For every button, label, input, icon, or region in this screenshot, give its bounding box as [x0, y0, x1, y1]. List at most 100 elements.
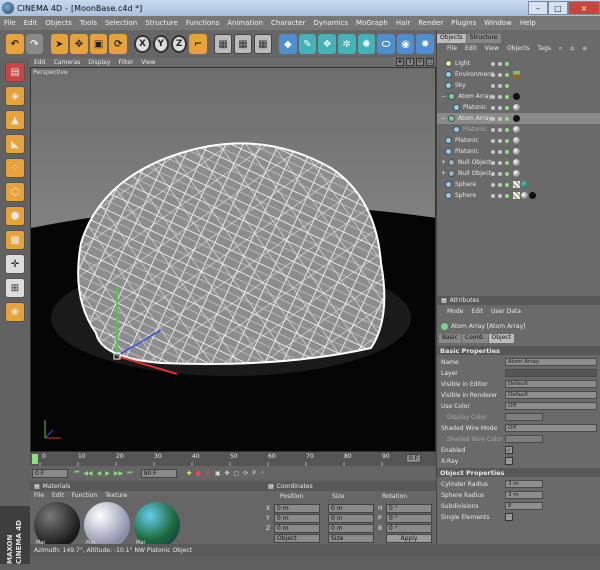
collapse-icon[interactable]: − — [441, 93, 446, 100]
shaded-wire-color-swatch[interactable] — [505, 435, 543, 443]
coordinate-system-button[interactable]: ⌐ — [189, 34, 207, 54]
collapse-icon[interactable]: − — [441, 115, 446, 122]
use-edges-tool-button[interactable]: ⬡ — [5, 182, 25, 202]
object-row-sphere-1[interactable]: Sphere — [437, 179, 600, 190]
material-tag-icon[interactable] — [529, 192, 536, 199]
object-row-light[interactable]: Light — [437, 58, 600, 69]
parameter-key-button[interactable]: P — [252, 470, 256, 477]
menu-mograph[interactable]: MoGraph — [352, 19, 392, 27]
menu-hair[interactable]: Hair — [392, 19, 414, 27]
material-menu-edit[interactable]: Edit — [48, 492, 68, 499]
y-axis-lock-button[interactable]: Y — [152, 35, 169, 53]
menu-help[interactable]: Help — [516, 19, 540, 27]
menu-animation[interactable]: Animation — [223, 19, 267, 27]
expand-icon[interactable]: + — [441, 170, 446, 177]
material-tag-icon[interactable] — [513, 126, 520, 133]
render-view-button[interactable]: ▦ — [214, 34, 233, 54]
menu-structure[interactable]: Structure — [141, 19, 182, 27]
sphere-radius-field[interactable]: 3 m — [505, 491, 543, 499]
rotate-tool-button[interactable]: ⟳ — [109, 34, 128, 54]
subdivisions-field[interactable]: 8 — [505, 502, 543, 510]
viewport-rotate-icon[interactable]: ⟳ — [416, 58, 424, 66]
shaded-wire-mode-select[interactable]: Off — [505, 424, 597, 432]
maximize-button[interactable]: □ — [548, 1, 568, 15]
viewport-menu-display[interactable]: Display — [84, 59, 114, 66]
viewport-zoom-icon[interactable]: ↕ — [406, 58, 414, 66]
close-button[interactable]: × — [568, 1, 600, 15]
menu-file[interactable]: File — [0, 19, 20, 27]
search-icon[interactable]: ⌕ — [555, 45, 566, 53]
material-tag-icon[interactable] — [521, 181, 528, 188]
object-row-sphere-2[interactable]: Sphere — [437, 190, 600, 201]
object-row-platonic-1[interactable]: Platonic — [437, 102, 600, 113]
live-selection-button[interactable]: ➤ — [50, 34, 69, 54]
timeline-end-marker[interactable]: 0 F — [406, 454, 422, 463]
spline-pen-button[interactable]: ✎ — [298, 34, 317, 54]
current-frame-field[interactable]: 0 F — [32, 468, 68, 478]
menu-window[interactable]: Window — [480, 19, 516, 27]
layer-field[interactable] — [505, 369, 597, 377]
make-editable-button[interactable]: ▤ — [5, 62, 25, 82]
material-tag-icon[interactable] — [513, 104, 520, 111]
attr-menu-mode[interactable]: Mode — [437, 308, 467, 315]
xray-checkbox[interactable] — [505, 457, 513, 465]
material-tag-icon[interactable] — [513, 148, 520, 155]
scene-button[interactable]: ⬭ — [377, 34, 395, 54]
layers-icon[interactable]: ≡ — [578, 45, 591, 52]
viewport-menu-edit[interactable]: Edit — [30, 59, 50, 66]
object-row-atom-array-2[interactable]: − Atom Array — [437, 113, 600, 124]
size-y-field[interactable]: 0 m — [328, 514, 374, 523]
use-texture-tool-button[interactable]: ◣ — [5, 134, 25, 154]
texture-tag-icon[interactable] — [513, 192, 520, 199]
object-row-platonic-2[interactable]: Platonic — [437, 124, 600, 135]
object-row-null-2[interactable]: + Null Object — [437, 168, 600, 179]
coord-mode-select[interactable]: Object — [274, 534, 320, 543]
playhead[interactable] — [32, 454, 38, 464]
array-button[interactable]: ✲ — [337, 34, 356, 54]
rotation-h-field[interactable]: 0 ° — [386, 504, 432, 513]
texture-tag-icon[interactable] — [513, 181, 520, 188]
size-x-field[interactable]: 0 m — [328, 504, 374, 513]
uv-tool-button[interactable]: ▩ — [5, 230, 25, 250]
use-polygons-tool-button[interactable]: ⬢ — [5, 206, 25, 226]
obj-menu-tags[interactable]: Tags — [534, 45, 555, 52]
single-elements-checkbox[interactable] — [505, 513, 513, 521]
scale-tool-button[interactable]: ▣ — [89, 34, 108, 54]
rotation-p-field[interactable]: 0 ° — [386, 514, 432, 523]
redo-button[interactable]: ↷ — [25, 34, 44, 54]
name-field[interactable]: Atom Array — [505, 358, 597, 366]
texture-tag-icon[interactable] — [513, 71, 520, 78]
record-key-button[interactable]: ✚ — [187, 470, 192, 477]
obj-menu-file[interactable]: File — [437, 45, 461, 52]
obj-menu-objects[interactable]: Objects — [503, 45, 534, 52]
menu-edit[interactable]: Edit — [20, 19, 42, 27]
tab-objects[interactable]: Objects — [437, 34, 466, 43]
point-level-key-button[interactable]: ⁘ — [260, 470, 265, 477]
attr-menu-user-data[interactable]: User Data — [487, 308, 525, 315]
attr-tab-object[interactable]: Object — [488, 334, 515, 343]
nurbs-button[interactable]: ❖ — [318, 34, 336, 54]
viewport-menu-view[interactable]: View — [137, 59, 159, 66]
menu-tools[interactable]: Tools — [76, 19, 101, 27]
attr-menu-edit[interactable]: Edit — [467, 308, 487, 315]
menu-render[interactable]: Render — [414, 19, 447, 27]
x-axis-lock-button[interactable]: X — [134, 35, 151, 53]
visible-in-editor-select[interactable]: Default — [505, 380, 597, 388]
size-z-field[interactable]: 0 m — [328, 524, 374, 533]
menu-functions[interactable]: Functions — [182, 19, 223, 27]
scale-key-button[interactable]: ▢ — [234, 470, 240, 477]
use-points-tool-button[interactable]: ⁘ — [5, 158, 25, 178]
material-menu-file[interactable]: File — [30, 492, 48, 499]
next-key-button[interactable]: ▶▶ — [114, 470, 123, 477]
material-tag-icon[interactable] — [521, 192, 528, 199]
material-tag-icon[interactable] — [513, 137, 520, 144]
object-row-null-1[interactable]: + Null Object — [437, 157, 600, 168]
undo-button[interactable]: ↶ — [6, 34, 24, 54]
object-row-sky[interactable]: Sky — [437, 80, 600, 91]
keyframe-selection-button[interactable]: ▣ — [215, 470, 221, 477]
render-picture-viewer-button[interactable]: ▦ — [234, 34, 252, 54]
material-tag-icon[interactable] — [513, 93, 520, 100]
viewport-menu-cameras[interactable]: Cameras — [50, 59, 85, 66]
object-row-platonic-3[interactable]: Platonic — [437, 135, 600, 146]
cube-primitive-button[interactable]: ◆ — [279, 34, 297, 54]
